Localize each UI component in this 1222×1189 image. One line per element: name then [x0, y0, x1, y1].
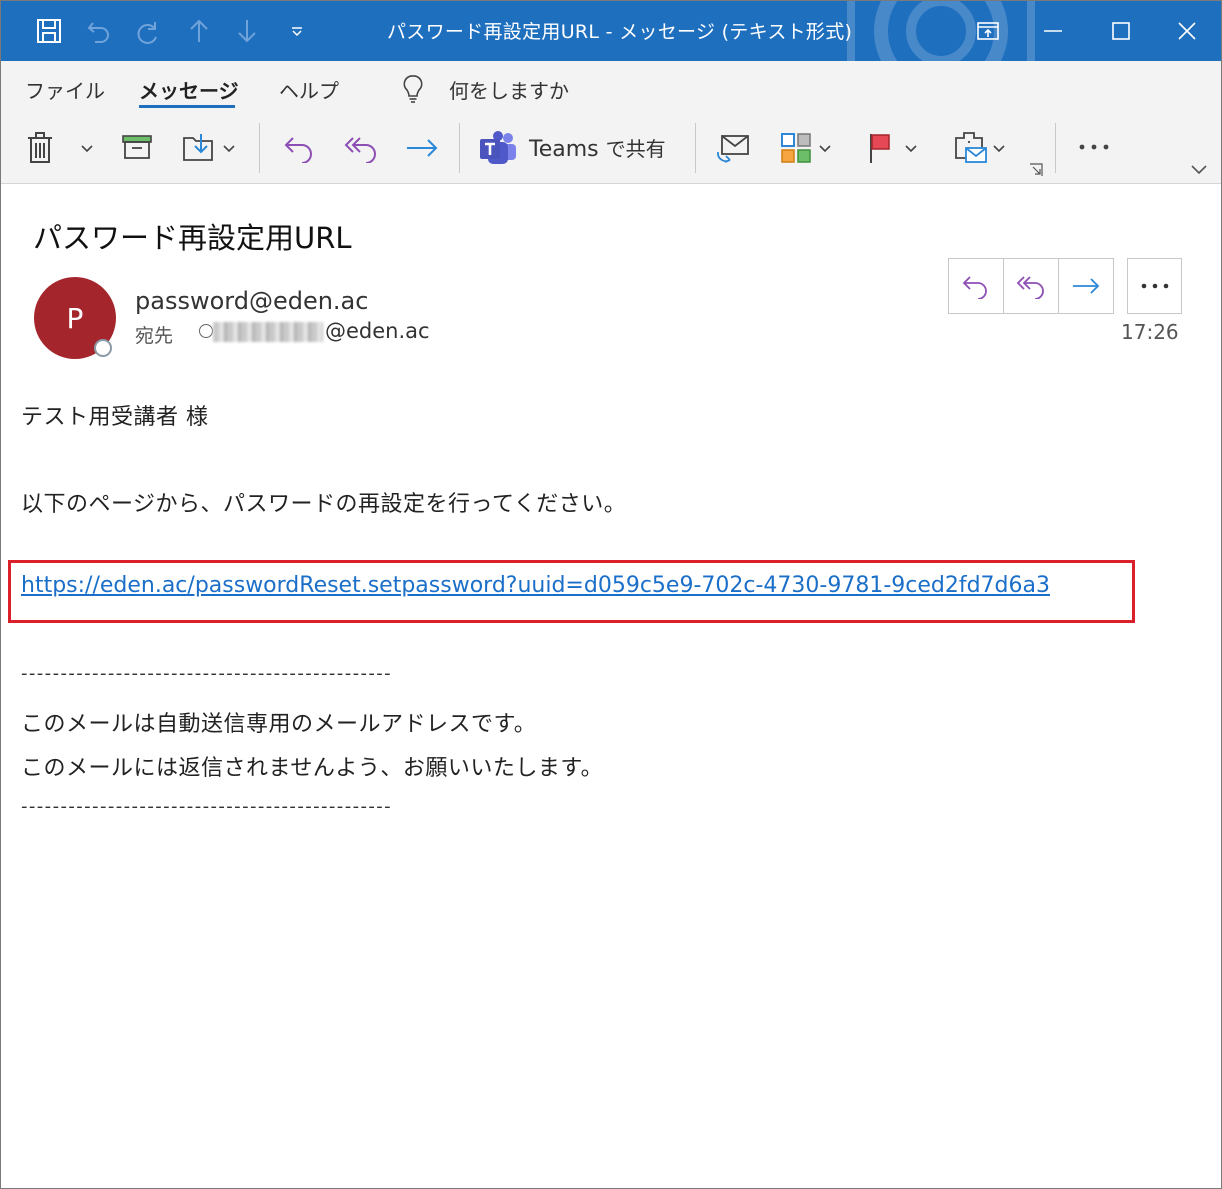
- forward-icon: [1073, 278, 1100, 294]
- archive-icon[interactable]: [119, 131, 155, 163]
- customize-dropdown-icon[interactable]: [285, 15, 309, 47]
- tab-message[interactable]: メッセージ: [139, 75, 239, 104]
- title-bar: パスワード再設定用URL - メッセージ (テキスト形式): [1, 1, 1221, 61]
- delete-icon[interactable]: [23, 129, 57, 167]
- toolbar-separator: [1055, 123, 1056, 173]
- down-arrow-icon[interactable]: [231, 15, 263, 47]
- ribbon-display-options-icon[interactable]: [968, 11, 1008, 51]
- message-subject: パスワード再設定用URL: [33, 221, 352, 255]
- up-arrow-icon[interactable]: [183, 15, 215, 47]
- link-highlight-box: [8, 560, 1135, 623]
- body-separator-bottom: ----------------------------------------…: [21, 796, 393, 817]
- body-note-auto-send: このメールは自動送信専用のメールアドレスです。: [21, 712, 537, 737]
- reply-all-icon[interactable]: [341, 131, 381, 165]
- forward-icon[interactable]: [403, 131, 441, 165]
- body-instruction: 以下のページから、パスワードの再設定を行ってください。: [21, 492, 627, 517]
- body-greeting: テスト用受講者 様: [21, 405, 209, 430]
- reply-all-icon: [1016, 276, 1044, 299]
- move-icon[interactable]: [179, 129, 219, 165]
- ribbon-toolbar: Teams で共有: [1, 113, 1221, 184]
- body-separator-top: ----------------------------------------…: [21, 663, 393, 684]
- more-commands-icon[interactable]: [1073, 135, 1115, 159]
- received-time: 17:26: [1121, 320, 1179, 344]
- avatar-initial: P: [66, 301, 84, 335]
- teams-brand-label: Teams: [529, 137, 599, 162]
- recipient-address[interactable]: @eden.ac: [325, 319, 430, 343]
- teams-share-button[interactable]: Teams で共有: [529, 133, 666, 162]
- recipient-presence-icon: [199, 324, 213, 338]
- recipient-redacted: [213, 322, 323, 342]
- to-label: 宛先: [135, 325, 174, 347]
- save-icon[interactable]: [31, 15, 67, 47]
- maximize-icon[interactable]: [1101, 11, 1141, 51]
- tab-help[interactable]: ヘルプ: [279, 75, 339, 104]
- undo-icon[interactable]: [83, 15, 115, 47]
- teams-icon[interactable]: [477, 129, 519, 167]
- reply-icon[interactable]: [281, 131, 317, 165]
- forward-button[interactable]: [1059, 259, 1113, 313]
- rules-dropdown-icon[interactable]: [989, 139, 1009, 159]
- toolbar-separator: [695, 123, 696, 173]
- window-title: パスワード再設定用URL - メッセージ (テキスト形式): [387, 21, 853, 43]
- lightbulb-icon[interactable]: [401, 73, 425, 109]
- tab-file[interactable]: ファイル: [25, 75, 105, 104]
- toolbar-separator: [459, 123, 460, 173]
- minimize-icon[interactable]: [1033, 11, 1073, 51]
- move-dropdown-icon[interactable]: [219, 139, 239, 159]
- rules-icon[interactable]: [951, 127, 991, 167]
- delete-dropdown-icon[interactable]: [77, 139, 97, 159]
- active-tab-indicator: [139, 105, 235, 108]
- flag-icon[interactable]: [865, 129, 895, 167]
- body-note-no-reply: このメールには返信されませんよう、お願いいたします。: [21, 756, 604, 781]
- teams-share-suffix: で共有: [605, 137, 666, 161]
- outlook-message-window: パスワード再設定用URL - メッセージ (テキスト形式) ファイル メッセージ…: [0, 0, 1222, 1189]
- tell-me-search[interactable]: 何をしますか: [449, 75, 569, 104]
- reply-icon: [962, 276, 987, 299]
- flag-dropdown-icon[interactable]: [901, 139, 921, 159]
- expand-ribbon-icon[interactable]: [1187, 161, 1211, 179]
- redo-icon[interactable]: [131, 15, 163, 47]
- reply-all-button[interactable]: [1004, 259, 1059, 313]
- more-icon: [1141, 283, 1168, 289]
- reading-actions: [948, 258, 1114, 314]
- reply-button[interactable]: [949, 259, 1004, 313]
- group-launcher-icon[interactable]: [1027, 161, 1045, 179]
- presence-status-icon: [94, 339, 112, 357]
- close-icon[interactable]: [1167, 11, 1207, 51]
- categorize-icon[interactable]: [777, 129, 815, 167]
- categorize-dropdown-icon[interactable]: [815, 139, 835, 159]
- sender-address[interactable]: password@eden.ac: [135, 287, 368, 315]
- mail-action-icon[interactable]: [713, 129, 753, 167]
- toolbar-separator: [259, 123, 260, 173]
- more-actions-button[interactable]: [1127, 258, 1182, 314]
